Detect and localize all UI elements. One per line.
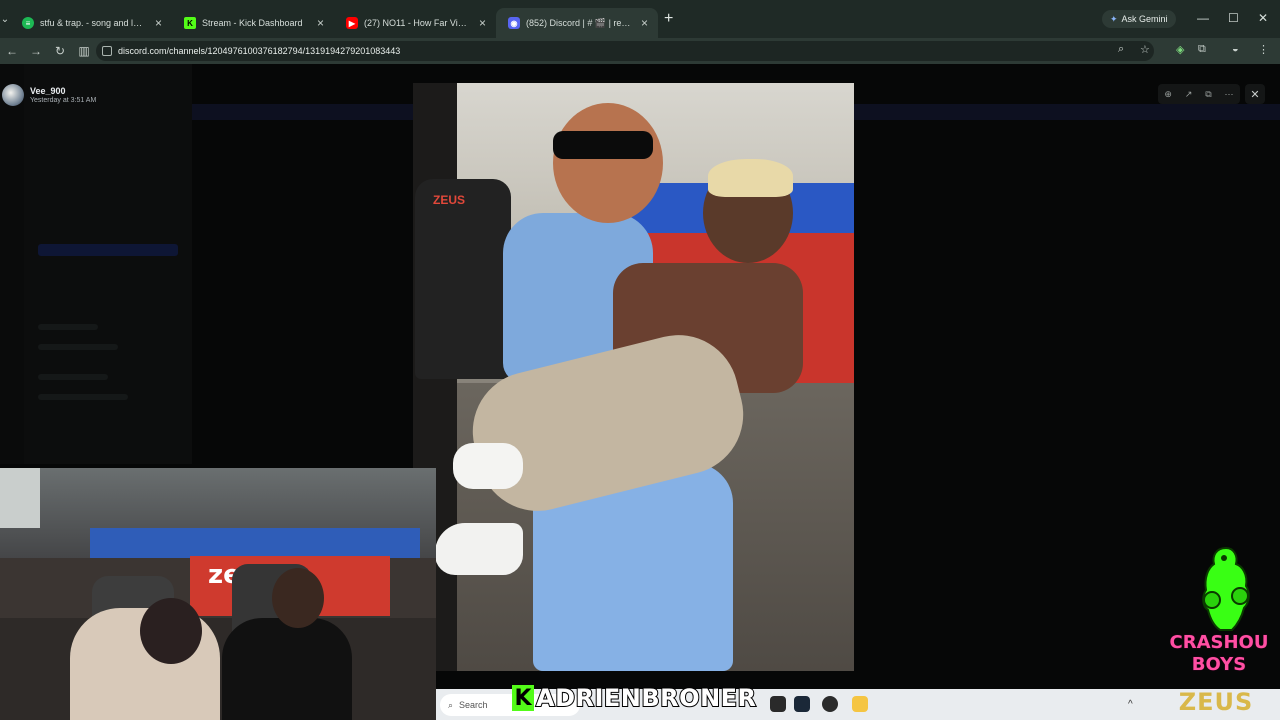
author-name: Vee_900 [30,85,66,96]
tab-spotify[interactable]: ≡ stfu & trap. - song and lyrics by × [10,8,172,38]
webcam-person-head [140,598,202,664]
window-close-icon[interactable]: ✕ [1258,11,1268,25]
server-sidebar [0,64,24,464]
webcam-person-head [272,568,324,628]
browser-tab-bar: ⌄ ≡ stfu & trap. - song and lyrics by × … [0,0,1280,38]
webcam-overlay: zeus [0,468,436,720]
back-icon[interactable]: ← [0,44,24,58]
webcam-boxing-ring [90,528,420,558]
tab-kick-dashboard[interactable]: K Stream - Kick Dashboard × [172,8,334,38]
media-viewer-toolbar: ⊕ ↗ ⧉ ⋯ [1158,84,1240,104]
discord-icon: ◉ [508,17,520,29]
logo-line-2: BOYS [1191,654,1247,676]
photo-woman-head [553,103,663,223]
gemini-sparkle-icon: ✦ [1110,13,1118,24]
tab-youtube[interactable]: ▶ (27) NO11 - How Far Visualizer × [334,8,496,38]
search-icon: ⌕ [448,699,454,710]
url-text: discord.com/channels/1204976100376182794… [118,46,401,56]
photo-gaming-chair: ZEUS [415,179,511,379]
channel-list [24,64,192,464]
streamer-name-overlay: K ADRIENBRONER [512,683,757,713]
bookmark-star-icon[interactable]: ☆ [1140,43,1150,56]
photo-chair-brand: ZEUS [433,193,466,207]
zoom-icon[interactable]: ⌕ [1118,43,1124,56]
browser-toolbar: ← → ↻ ▥ discord.com/channels/12049761003… [0,38,1280,64]
close-icon[interactable]: × [317,16,324,30]
photo-sunglasses [553,131,653,159]
author-timestamp: Yesterday at 3:51 AM [30,96,97,104]
screen: ⌄ ≡ stfu & trap. - song and lyrics by × … [0,0,1280,720]
tab-label: (852) Discord | # 🎬 | reactions [526,17,632,28]
tab-search-chevron-icon[interactable]: ⌄ [0,14,10,25]
tab-discord[interactable]: ◉ (852) Discord | # 🎬 | reactions × [496,8,658,38]
kick-icon: K [184,17,196,29]
streamer-name: ADRIENBRONER [535,683,757,713]
sponsor-logo: ZEUS [1178,688,1254,716]
menu-kebab-icon[interactable]: ⋮ [1258,43,1269,56]
photo-man-hair [708,159,793,197]
media-viewer-author[interactable]: Vee_900 Yesterday at 3:51 AM [2,84,96,106]
taskbar-app-icon[interactable] [770,696,786,712]
more-options-icon[interactable]: ⋯ [1225,89,1234,100]
ask-gemini-button[interactable]: ✦ Ask Gemini [1102,10,1176,28]
close-icon[interactable]: × [155,16,162,30]
photo-sneaker [435,523,523,575]
webcam-person [222,618,352,720]
extensions-puzzle-icon[interactable]: ⧉ [1198,43,1206,56]
boxer-logo-icon [1202,546,1250,631]
media-viewer-image[interactable]: ZEUS [413,83,854,671]
profile-icon[interactable]: ◒ [1232,43,1239,55]
minimize-icon[interactable]: — [1197,11,1209,25]
site-info-icon[interactable] [102,46,112,56]
zoom-in-icon[interactable]: ⊕ [1164,89,1172,100]
taskbar-search-placeholder: Search [459,700,488,710]
kick-logo-icon: K [512,685,534,711]
tab-label: Stream - Kick Dashboard [202,18,303,28]
system-tray-chevron-icon[interactable]: ^ [1128,699,1133,710]
forward-icon[interactable]: → [24,44,48,58]
spotify-icon: ≡ [22,17,34,29]
tab-label: (27) NO11 - How Far Visualizer [364,18,470,28]
extension-icon[interactable]: ◈ [1176,43,1184,56]
close-icon[interactable]: × [641,16,648,30]
close-icon[interactable]: × [479,16,486,30]
webcam-window [0,468,40,528]
youtube-icon: ▶ [346,17,358,29]
tab-label: stfu & trap. - song and lyrics by [40,18,146,28]
split-view-icon[interactable]: ▥ [72,44,96,58]
reload-icon[interactable]: ↻ [48,44,72,58]
media-viewer-close-button[interactable]: ✕ [1245,84,1265,104]
open-external-icon[interactable]: ⧉ [1205,89,1211,100]
forward-share-icon[interactable]: ↗ [1185,89,1193,100]
ask-gemini-label: Ask Gemini [1121,14,1168,24]
file-explorer-icon[interactable] [852,696,868,712]
new-tab-button[interactable]: + [664,10,673,28]
logo-line-1: CRASHOU [1169,632,1269,654]
obs-icon[interactable] [822,696,838,712]
address-bar[interactable]: discord.com/channels/1204976100376182794… [96,41,1154,61]
channel-logo-text: CRASHOU BOYS [1160,632,1278,676]
maximize-icon[interactable]: ☐ [1228,11,1239,25]
avatar [2,84,24,106]
photo-sneaker [453,443,523,489]
close-icon: ✕ [1250,88,1260,101]
steam-icon[interactable] [794,696,810,712]
